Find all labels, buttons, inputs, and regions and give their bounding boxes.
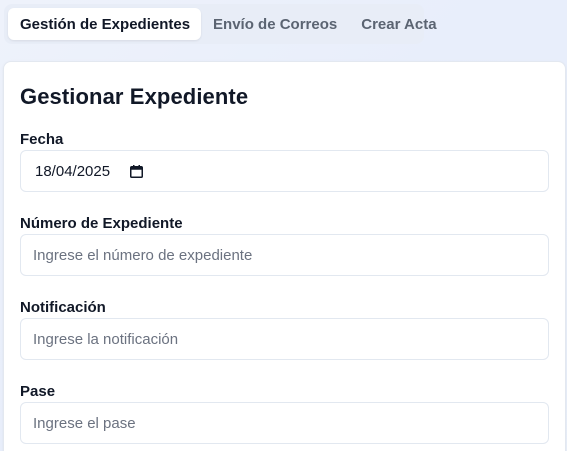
numero-expediente-input[interactable] xyxy=(20,234,549,276)
tab-envio-correos[interactable]: Envío de Correos xyxy=(201,8,349,40)
card-title: Gestionar Expediente xyxy=(20,84,249,109)
tab-gestion-expedientes[interactable]: Gestión de Expedientes xyxy=(8,8,202,40)
fecha-label: Fecha xyxy=(20,131,64,148)
expediente-card: Gestionar Expediente Fecha 18/04/2025 Nú… xyxy=(3,61,566,451)
fecha-value[interactable]: 18/04/2025 xyxy=(35,163,110,180)
calendar-icon[interactable] xyxy=(130,164,144,178)
tab-bar: Gestión de Expedientes Envío de Correos … xyxy=(4,4,437,44)
notificacion-label: Notificación xyxy=(20,299,106,316)
pase-input[interactable] xyxy=(20,402,549,444)
tab-crear-acta[interactable]: Crear Acta xyxy=(349,8,448,40)
numero-expediente-label: Número de Expediente xyxy=(20,215,183,232)
pase-label: Pase xyxy=(20,383,56,400)
fecha-date-field[interactable]: 18/04/2025 xyxy=(20,150,549,192)
notificacion-input[interactable] xyxy=(20,318,549,360)
